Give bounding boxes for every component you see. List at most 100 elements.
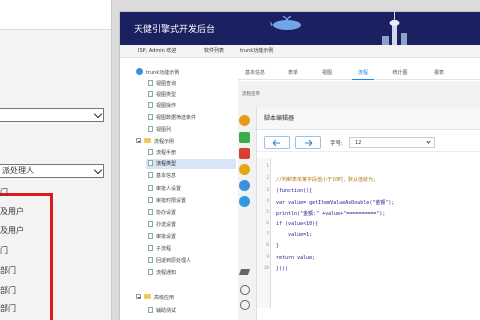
sidebar-item-label: 审批设置 [156,234,177,240]
breadcrumb-trunk-demo[interactable]: trunk功能示例 [240,45,273,58]
red-item[interactable]: 部门 [0,304,16,314]
sidebar-item[interactable]: 视图列 [148,125,171,135]
red-item[interactable]: 部门 [0,286,16,296]
tab-basic-info[interactable]: 基本信息 [238,66,272,80]
document-icon [148,269,153,275]
tab-workflow[interactable]: 流程 [352,66,374,80]
font-size-label: 字号: [330,141,343,147]
code-line: return value; [276,255,316,261]
sidebar-item[interactable]: 流程手册 [148,148,176,158]
document-icon [148,233,153,239]
red-item[interactable]: 及用户 [0,226,24,236]
chevron-down-icon [426,139,431,144]
sidebar-item[interactable]: 流程通知 [148,268,176,278]
document-icon [148,91,153,97]
sidebar-item[interactable]: 子流程 [148,244,171,254]
pencil-icon[interactable] [239,115,250,126]
sidebar-item-label: 视图类型 [156,92,177,98]
sidebar-item[interactable]: 基本信息 [148,171,176,181]
document-icon [148,126,153,132]
assign-select-value: 派处理人 [2,166,34,175]
sidebar-item[interactable]: 审批时限设置 [148,196,186,206]
document-icon [148,209,153,215]
tab-chart[interactable]: 统计图 [386,66,414,80]
sidebar-item-label: 流程类型 [156,161,177,167]
line-number: 3 [266,188,269,193]
delete-icon[interactable] [239,148,250,159]
sidebar-item[interactable]: 视图类型 [148,90,176,100]
assign-select[interactable]: 派处理人 [0,164,104,178]
breadcrumb-user: ISP, Admin 欢迎 [138,48,177,54]
line-number: 9 [266,255,269,260]
info-icon[interactable] [239,196,250,207]
folder-icon [144,294,151,299]
sidebar-item-label: 基本信息 [156,173,177,179]
red-item[interactable]: 门 [0,188,8,198]
sidebar-item[interactable]: 审批人设置 [148,184,181,194]
folder-icon [144,138,151,143]
sidebar-item-label: 协办设置 [156,210,177,216]
document-icon [148,245,153,251]
sidebar-root[interactable]: trunk功能示例 [136,68,179,78]
sidebar-item[interactable]: 审批设置 [148,232,176,242]
tab-report[interactable]: 报表 [428,66,450,80]
background-select-1[interactable] [0,108,104,122]
line-gutter: 1 2 3 4 5 6 7 8 9 10 [257,158,271,308]
undo-button[interactable] [264,136,290,149]
zoom-out-icon[interactable] [240,300,250,310]
code-line: var value= getItemValueAsDouble("金额"); [276,200,395,206]
code-area[interactable]: 1 2 3 4 5 6 7 8 9 10 //判断表单某字段值小于10时，默认值… [257,158,480,308]
user-icon[interactable] [239,180,250,191]
code-line: if (value<10){ [276,221,319,227]
red-item[interactable]: 部门 [0,266,16,276]
sidebar-item-active[interactable]: 流程类型 [146,159,236,169]
sidebar-item[interactable]: 辅助测试 [148,306,176,316]
background-dialog-header [0,0,111,30]
tab-form[interactable]: 表单 [282,66,304,80]
sidebar-item-label: 审批时限设置 [156,198,187,204]
line-number: 4 [266,199,269,204]
sidebar-item-label: 回退到原处理人 [156,258,192,264]
line-number: 1 [266,164,269,169]
app-title: 天健引擎式开发后台 [134,25,216,35]
line-number: 5 [266,210,269,215]
font-size-value: 12 [355,140,362,146]
zoom-in-icon[interactable] [240,285,250,295]
app-header: 天健引擎式开发后台 [120,12,480,45]
breadcrumb-software-list[interactable]: 软件列表 [204,45,224,58]
editor-toolbar: 字号: 12 [257,130,480,152]
panel-title: 流程连带 [242,92,260,97]
code-line: (function(){ [276,188,313,194]
code-line: } [276,243,280,249]
sidebar-item[interactable]: 视图查询 [148,79,176,89]
line-number: 6 [266,221,269,226]
document-icon [148,172,153,178]
redo-button[interactable] [295,136,321,149]
sidebar-folder-label: 高级应用 [154,295,175,301]
document-icon [148,149,153,155]
settings-icon[interactable] [239,164,250,175]
document-icon [148,102,153,108]
document-icon [148,197,153,203]
line-number: 8 [266,243,269,248]
red-item[interactable]: 门 [0,246,8,256]
save-icon[interactable] [239,132,250,143]
code-line: })() [276,266,289,272]
sidebar-item[interactable]: 协办设置 [148,208,176,218]
sidebar-item[interactable]: 抄送设置 [148,220,176,230]
collapse-icon[interactable] [136,294,141,299]
redo-icon [305,139,313,147]
breadcrumb: ISP, Admin 欢迎 软件列表 trunk功能示例 [120,45,480,58]
sidebar-item-label: 辅助测试 [156,308,177,314]
red-item[interactable]: 及用户 [0,207,24,217]
sidebar-item[interactable]: 视图数据筛选条件 [148,113,196,123]
font-size-select[interactable]: 12 [349,137,435,148]
tab-view[interactable]: 视图 [316,66,338,80]
sidebar-folder[interactable]: 流程示例 [136,137,174,147]
sidebar-item-label: 流程手册 [156,150,177,156]
sidebar-item[interactable]: 回退到原处理人 [148,256,191,266]
sidebar-folder[interactable]: 高级应用 [136,293,174,303]
document-icon [148,114,153,120]
sidebar-item[interactable]: 视图操作 [148,101,176,111]
collapse-icon[interactable] [136,138,141,143]
